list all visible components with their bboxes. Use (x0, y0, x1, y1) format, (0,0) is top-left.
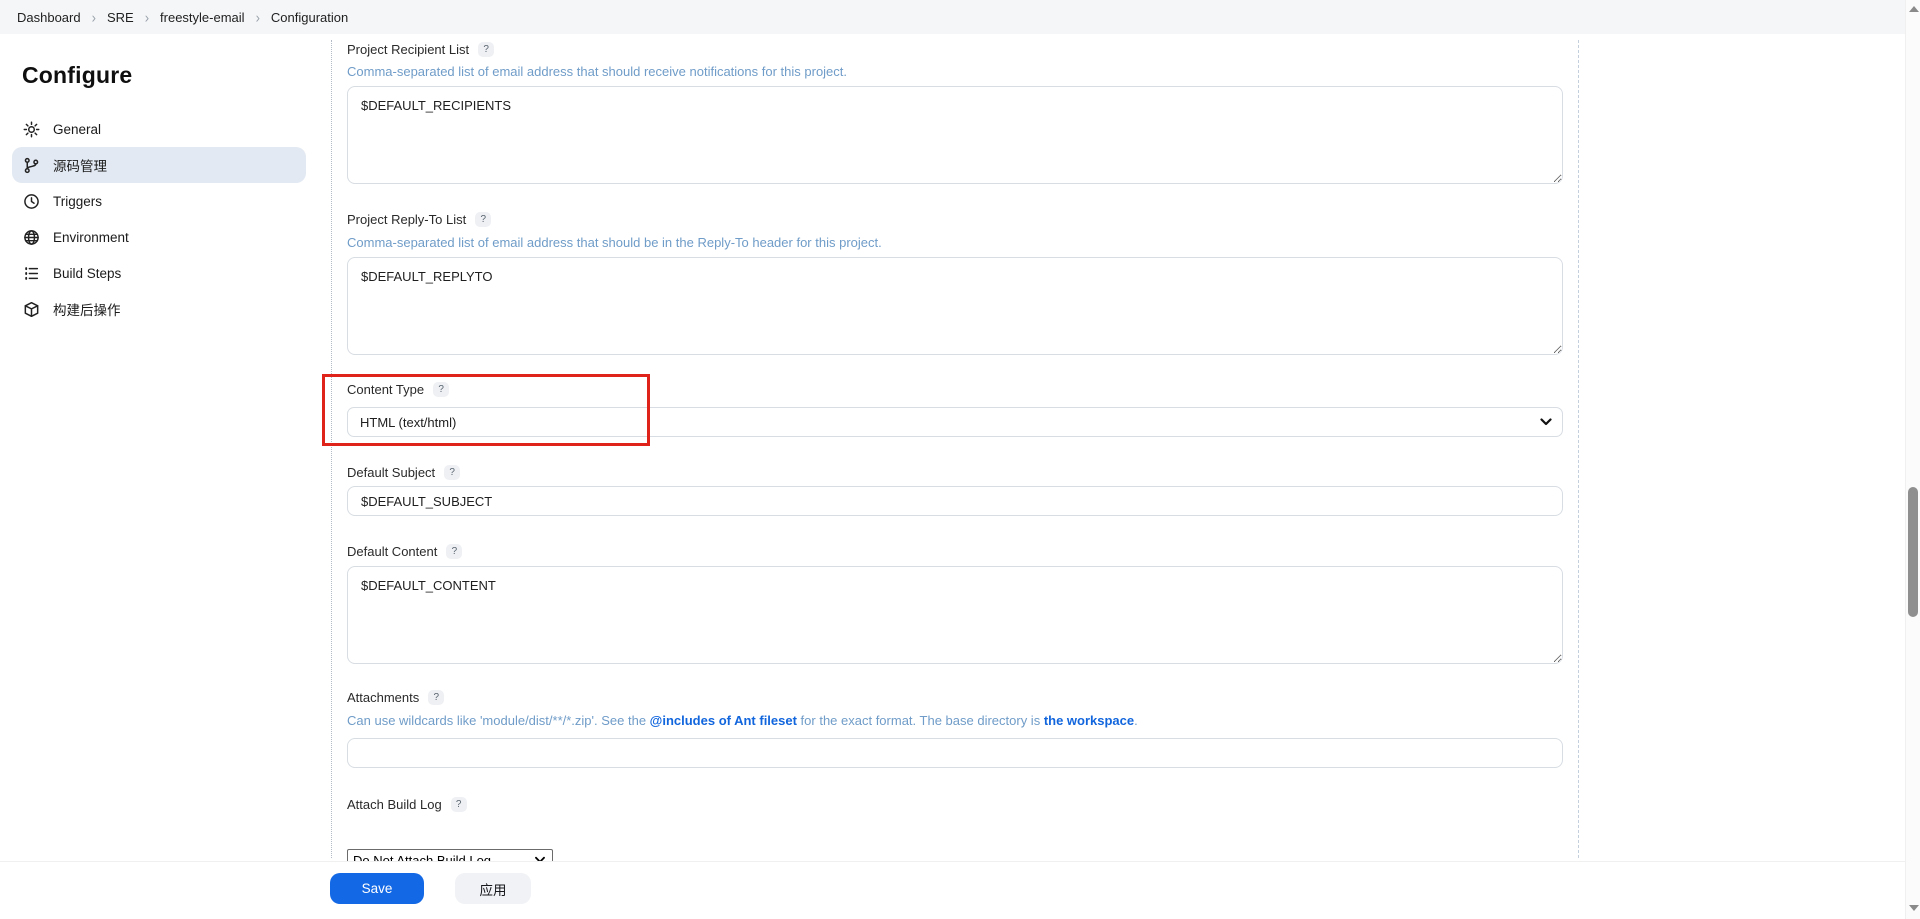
help-icon[interactable]: ? (451, 797, 467, 812)
help-icon[interactable]: ? (475, 212, 491, 227)
content-type-select-wrap: HTML (text/html) (347, 407, 1563, 437)
project-recipient-list-textarea[interactable]: $DEFAULT_RECIPIENTS (347, 86, 1563, 184)
sidebar-item-general[interactable]: General (12, 111, 306, 147)
sidebar-item-label: Triggers (53, 194, 102, 209)
sidebar-item-label: 构建后操作 (53, 299, 121, 319)
sidebar-item-triggers[interactable]: Triggers (12, 183, 306, 219)
field-help-attachments: Can use wildcards like 'module/dist/**/*… (347, 713, 1563, 728)
save-button[interactable]: Save (330, 873, 424, 904)
sidebar-item-post-build-actions[interactable]: 构建后操作 (12, 291, 306, 327)
scrollbar-down-arrow-icon[interactable] (1909, 905, 1919, 911)
help-icon[interactable]: ? (446, 544, 462, 559)
breadcrumb-separator-icon: › (145, 8, 149, 25)
scrollbar-up-arrow-icon[interactable] (1909, 6, 1919, 12)
section-dotted-border-right (1578, 40, 1579, 858)
help-icon[interactable]: ? (444, 465, 460, 480)
field-help-project-reply-to-list: Comma-separated list of email address th… (347, 235, 1563, 250)
breadcrumb-item-sre[interactable]: SRE (107, 10, 134, 25)
sidebar-item-label: General (53, 122, 101, 137)
help-icon[interactable]: ? (428, 690, 444, 705)
field-label-content-type: Content Type ? (347, 382, 1563, 397)
build-steps-icon (23, 265, 40, 282)
field-help-project-recipient-list: Comma-separated list of email address th… (347, 64, 1563, 79)
package-icon (23, 301, 40, 318)
field-label-default-content: Default Content ? (347, 544, 1563, 559)
field-label-project-reply-to-list: Project Reply-To List ? (347, 212, 1563, 227)
label-text: Default Content (347, 544, 437, 559)
clock-icon (23, 193, 40, 210)
attachments-input[interactable] (347, 738, 1563, 768)
gear-icon (23, 121, 40, 138)
apply-button[interactable]: 应用 (455, 873, 531, 904)
sidebar-nav: General 源码管理 Triggers Environment (0, 111, 318, 327)
sidebar-item-label: Environment (53, 230, 129, 245)
footer-bar: Save 应用 (0, 862, 1905, 919)
section-dotted-border-left (331, 40, 332, 858)
sidebar-item-build-steps[interactable]: Build Steps (12, 255, 306, 291)
breadcrumb-item-project[interactable]: freestyle-email (160, 10, 245, 25)
label-text: Attach Build Log (347, 797, 442, 812)
breadcrumb-separator-icon: › (92, 8, 96, 25)
help-text: . (1134, 713, 1138, 728)
git-branch-icon (23, 157, 40, 174)
help-text: Can use wildcards like 'module/dist/**/*… (347, 713, 650, 728)
default-content-textarea[interactable]: $DEFAULT_CONTENT (347, 566, 1563, 664)
label-text: Content Type (347, 382, 424, 397)
field-label-attachments: Attachments ? (347, 690, 1563, 705)
content-type-select[interactable]: HTML (text/html) (347, 407, 1563, 437)
vertical-scrollbar[interactable] (1905, 0, 1920, 919)
label-text: Attachments (347, 690, 419, 705)
sidebar-item-label: 源码管理 (53, 155, 107, 175)
sidebar-item-label: Build Steps (53, 266, 121, 281)
field-label-project-recipient-list: Project Recipient List ? (347, 42, 1563, 57)
sidebar: Configure General 源码管理 Triggers (0, 34, 318, 327)
label-text: Project Recipient List (347, 42, 469, 57)
help-text: for the exact format. The base directory… (797, 713, 1044, 728)
breadcrumb-separator-icon: › (256, 8, 260, 25)
breadcrumb-item-configuration[interactable]: Configuration (271, 10, 348, 25)
help-icon[interactable]: ? (478, 42, 494, 57)
breadcrumb: Dashboard › SRE › freestyle-email › Conf… (0, 0, 1905, 34)
project-reply-to-list-textarea[interactable]: $DEFAULT_REPLYTO (347, 257, 1563, 355)
scrollbar-thumb[interactable] (1908, 487, 1918, 617)
help-icon[interactable]: ? (433, 382, 449, 397)
ant-fileset-link[interactable]: @includes of Ant fileset (650, 713, 797, 728)
field-label-attach-build-log: Attach Build Log ? (347, 797, 1563, 812)
field-label-default-subject: Default Subject ? (347, 465, 1563, 480)
globe-icon (23, 229, 40, 246)
default-subject-input[interactable] (347, 486, 1563, 516)
configure-page: Dashboard › SRE › freestyle-email › Conf… (0, 0, 1920, 919)
sidebar-item-source-management[interactable]: 源码管理 (12, 147, 306, 183)
label-text: Default Subject (347, 465, 435, 480)
workspace-link[interactable]: the workspace (1044, 713, 1134, 728)
page-title: Configure (22, 62, 318, 89)
sidebar-item-environment[interactable]: Environment (12, 219, 306, 255)
label-text: Project Reply-To List (347, 212, 466, 227)
breadcrumb-item-dashboard[interactable]: Dashboard (17, 10, 81, 25)
